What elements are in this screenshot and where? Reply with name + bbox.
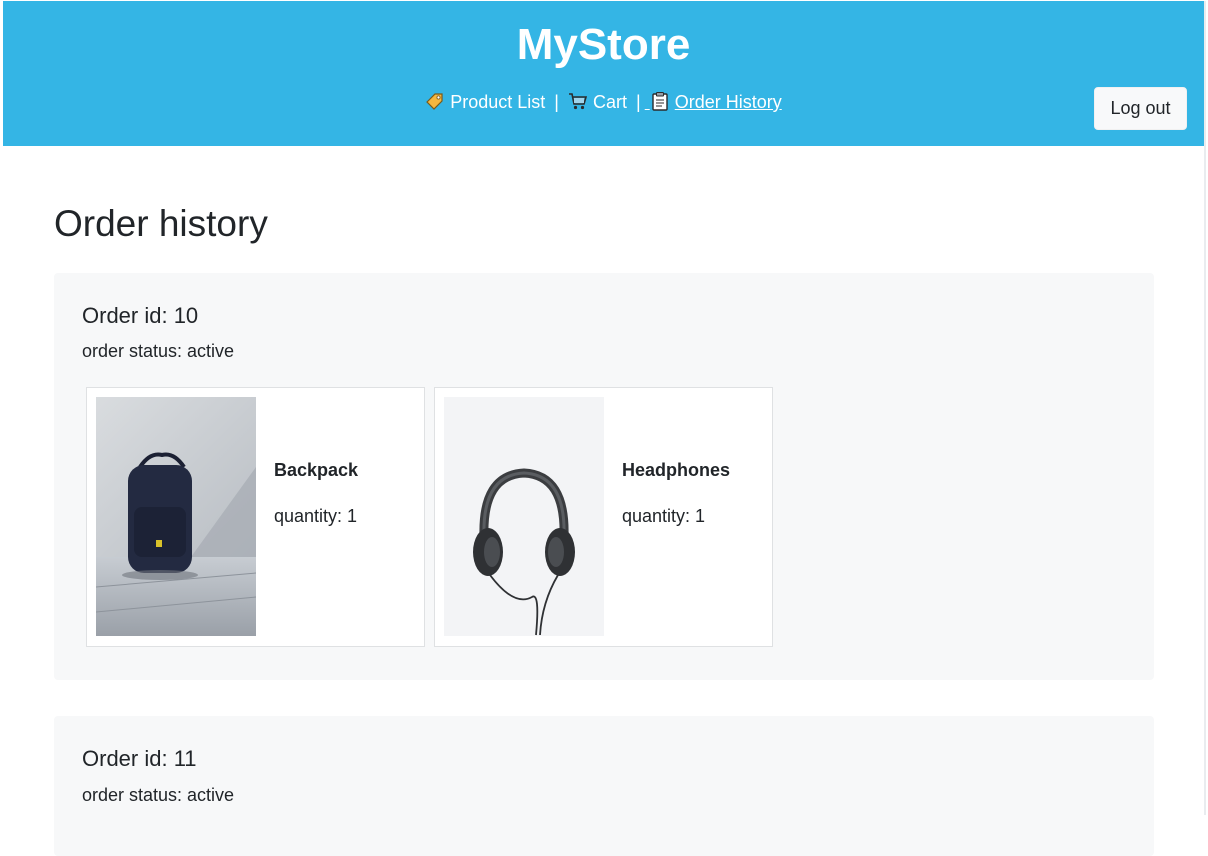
- tag-icon: [426, 93, 443, 110]
- nav-cart[interactable]: Cart: [563, 92, 632, 112]
- order-status: order status: active: [82, 785, 235, 805]
- cart-icon: [569, 93, 588, 110]
- order-item-card: Backpack quantity: 1: [86, 387, 425, 647]
- order-id: Order id: 11: [82, 746, 197, 771]
- item-name: Backpack: [274, 460, 359, 480]
- backpack-photo: [96, 397, 256, 636]
- order-item-card: Headphones quantity: 1: [434, 387, 773, 647]
- logout-button[interactable]: Log out: [1094, 87, 1187, 130]
- order-id: Order id: 10: [82, 303, 199, 328]
- headphones-photo: [444, 397, 604, 636]
- order-status: order status: active: [82, 341, 235, 361]
- nav-product-list[interactable]: Product List: [425, 92, 550, 112]
- site-header: MyStore Product List | Cart | Order Hist…: [3, 1, 1204, 146]
- nav-separator: |: [554, 92, 559, 112]
- brand-title: MyStore: [516, 20, 691, 69]
- item-quantity: quantity: 1: [274, 506, 358, 526]
- nav-cart-label: Cart: [593, 92, 628, 112]
- page-title: Order history: [54, 203, 268, 244]
- nav-order-history-label: Order History: [674, 92, 782, 112]
- clipboard-icon: [652, 92, 668, 111]
- item-quantity: quantity: 1: [622, 506, 706, 526]
- main-nav: Product List | Cart | Order History: [3, 89, 1204, 115]
- nav-product-list-label: Product List: [450, 92, 546, 112]
- item-name: Headphones: [622, 460, 731, 480]
- nav-separator: |: [636, 92, 641, 112]
- order-card: Order id: 10 order status: active Backpa…: [54, 273, 1154, 680]
- nav-order-history[interactable]: Order History: [645, 92, 782, 112]
- order-card: Order id: 11 order status: active: [54, 716, 1154, 856]
